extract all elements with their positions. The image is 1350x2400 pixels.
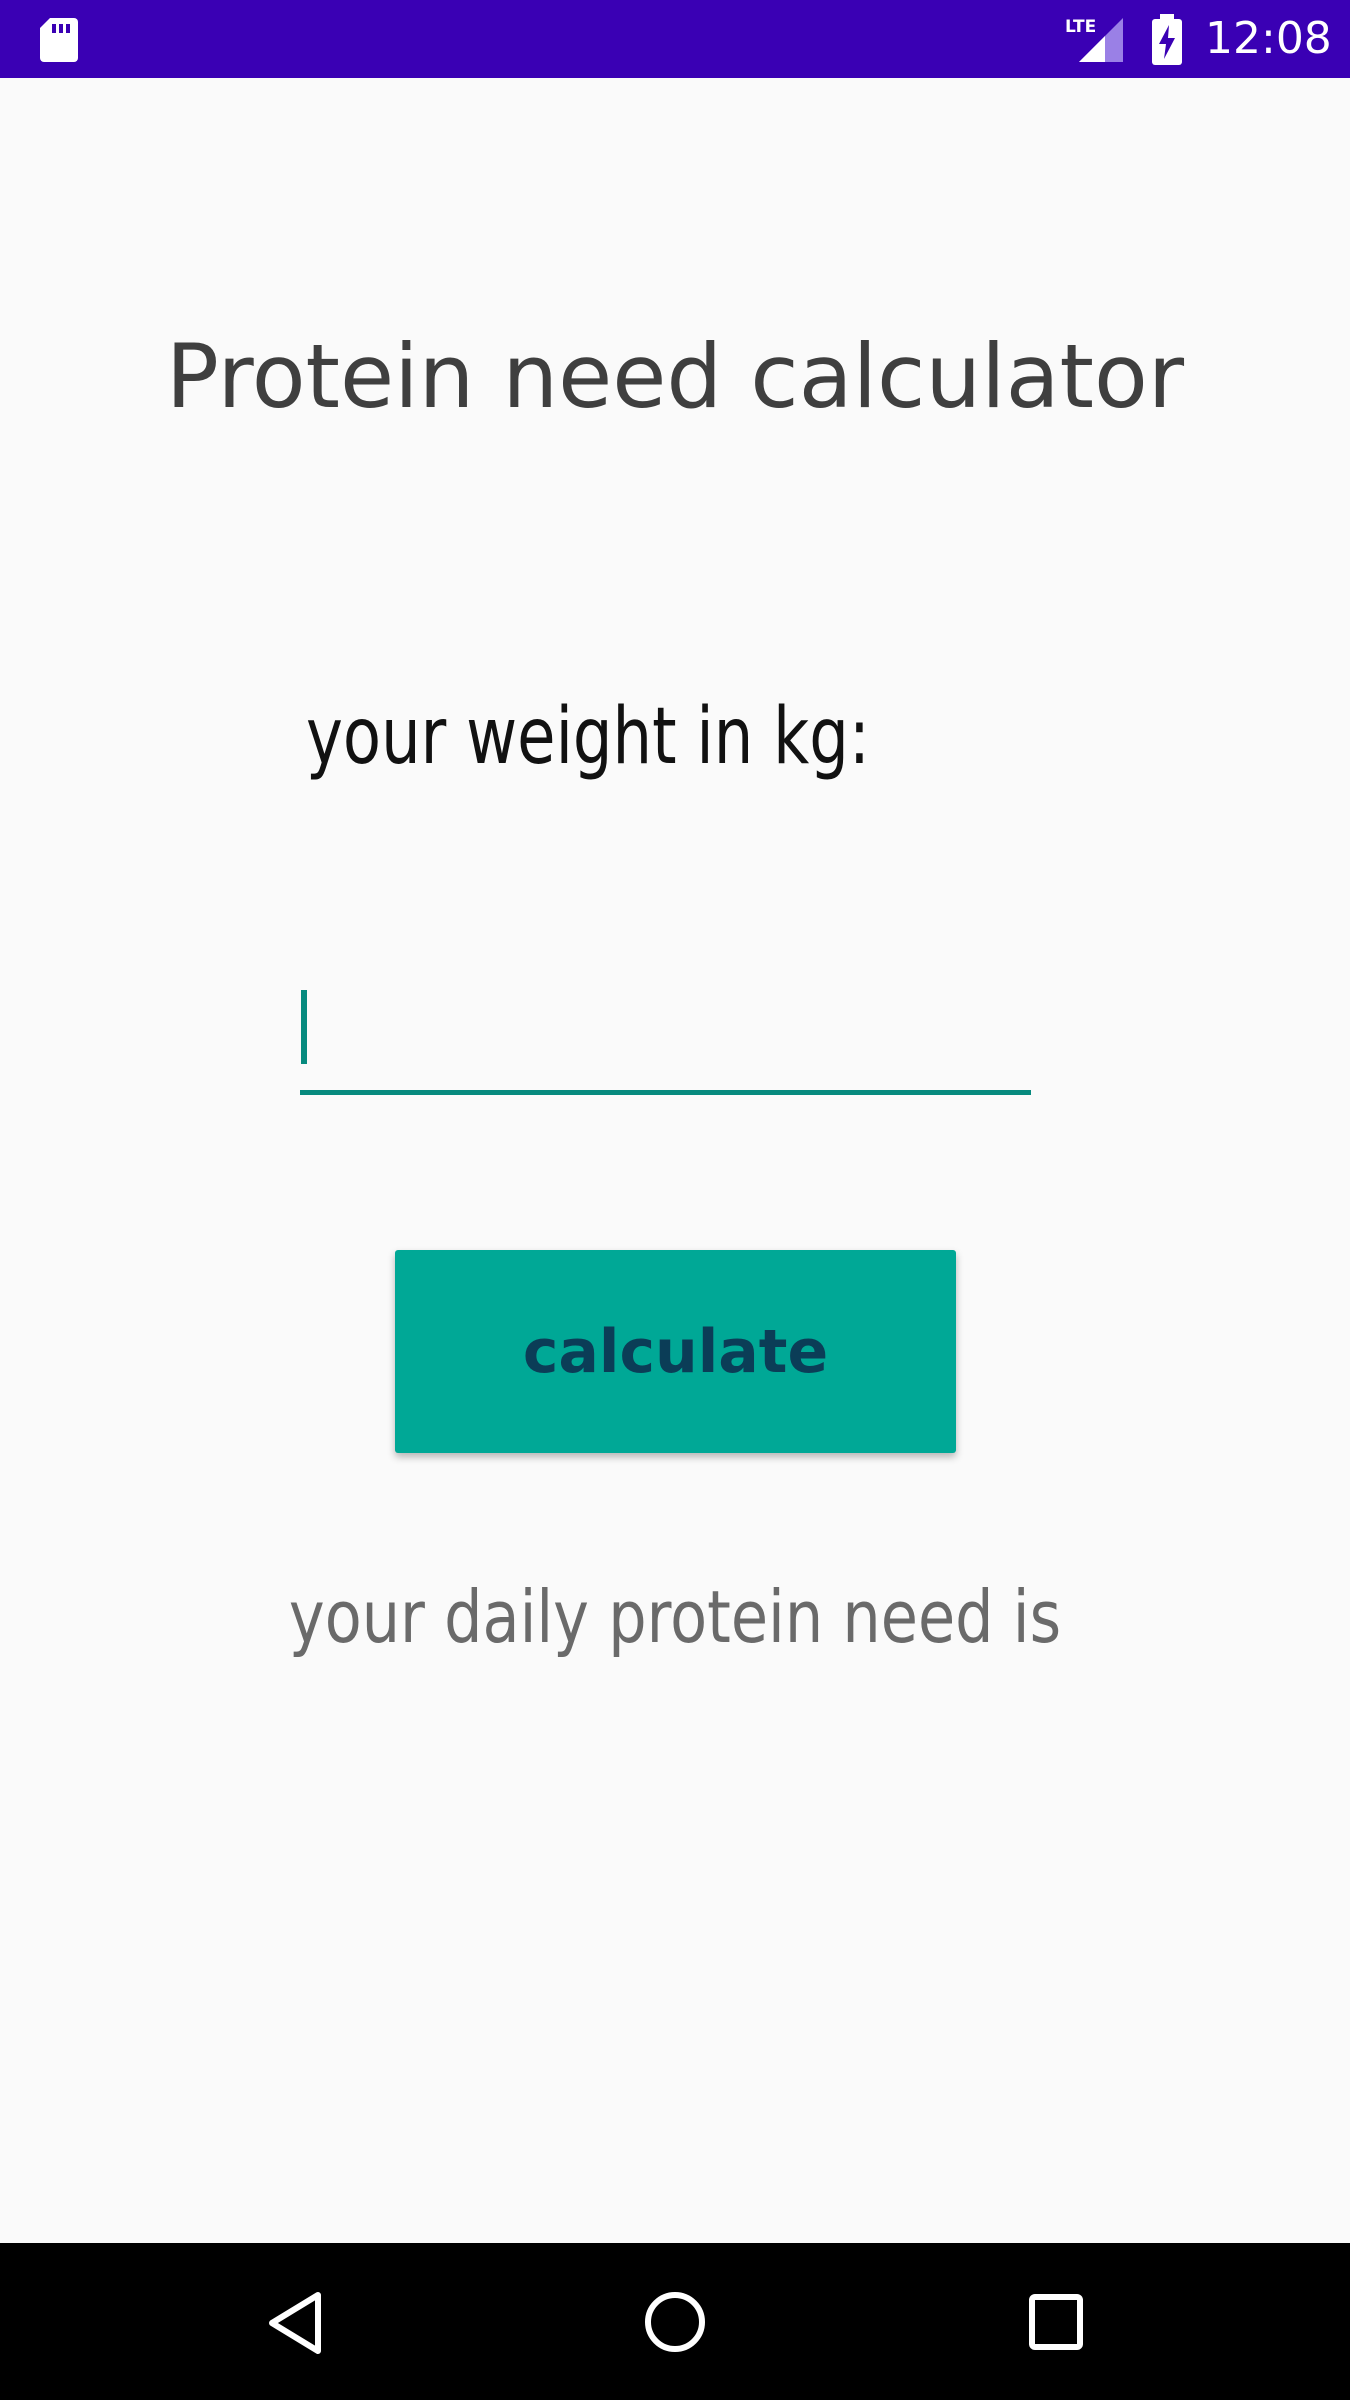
back-triangle-icon[interactable]: [266, 2290, 326, 2356]
page-title: Protein need calculator: [165, 325, 1185, 428]
weight-input[interactable]: [300, 975, 1031, 1095]
result-text: your daily protein need is: [288, 1575, 1062, 1659]
battery-charging-icon: [1152, 14, 1182, 65]
home-circle-icon[interactable]: [643, 2290, 707, 2354]
status-clock: 12:08: [1205, 13, 1332, 64]
status-bar: LTE 12:08: [0, 0, 1350, 78]
calculate-button[interactable]: calculate: [395, 1250, 956, 1453]
lte-label: LTE: [1065, 17, 1096, 37]
lte-signal-icon: LTE: [1065, 17, 1123, 62]
sd-card-icon: [40, 18, 78, 62]
recents-square-icon[interactable]: [1028, 2293, 1084, 2351]
weight-label: your weight in kg:: [306, 692, 870, 782]
text-caret: [301, 990, 307, 1064]
